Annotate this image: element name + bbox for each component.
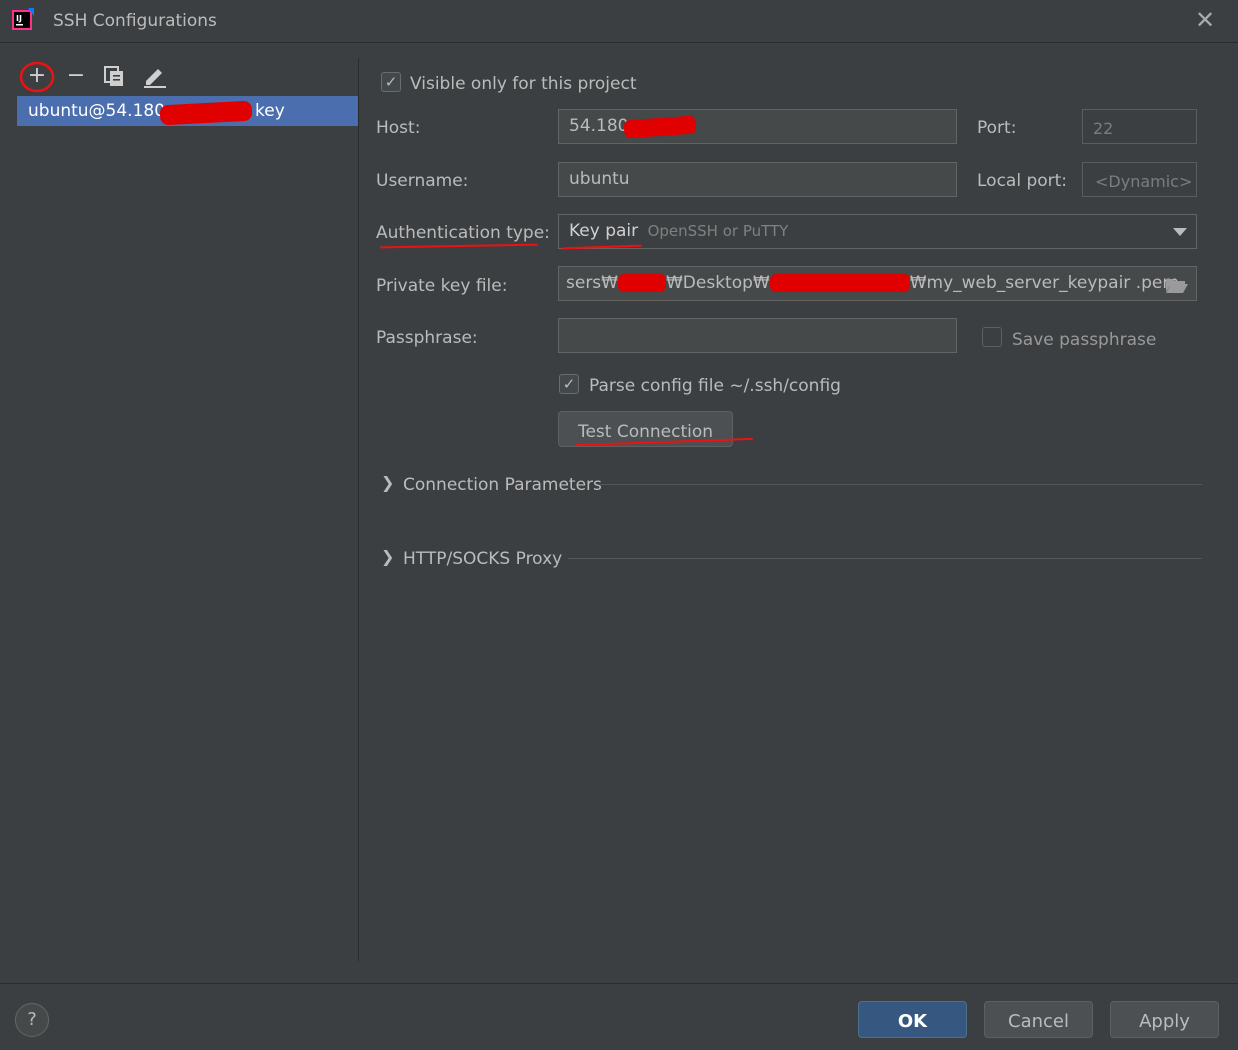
window-title: SSH Configurations xyxy=(53,11,217,31)
close-icon[interactable]: ✕ xyxy=(1193,6,1217,34)
parse-config-checkbox[interactable]: ✓ xyxy=(559,374,579,394)
chevron-right-icon[interactable]: ❯ xyxy=(381,473,394,492)
host-field[interactable]: 54.180. xyxy=(558,109,957,144)
footer-divider xyxy=(0,983,1238,984)
edit-pencil-icon[interactable] xyxy=(142,65,168,89)
help-button[interactable]: ? xyxy=(15,1003,49,1037)
svg-text:IJ: IJ xyxy=(16,14,22,23)
private-key-prefix: sers₩ xyxy=(566,273,618,293)
red-underline-annotation xyxy=(379,243,539,249)
username-label: Username: xyxy=(376,171,469,191)
host-label: Host: xyxy=(376,118,421,138)
username-field[interactable]: ubuntu xyxy=(558,162,957,197)
connection-parameters-section[interactable]: Connection Parameters xyxy=(403,475,602,495)
list-item-host: ubuntu@54.180. xyxy=(28,101,171,121)
chevron-down-icon[interactable] xyxy=(1173,228,1187,236)
auth-type-label: Authentication type: xyxy=(376,223,550,243)
visible-only-checkbox[interactable]: ✓ xyxy=(381,72,401,92)
section-divider xyxy=(568,558,1202,559)
list-item-suffix: key xyxy=(255,101,285,121)
red-circle-annotation xyxy=(19,61,55,93)
copy-icon[interactable] xyxy=(104,66,126,88)
auth-type-dropdown[interactable]: Key pair OpenSSH or PuTTY xyxy=(558,214,1197,249)
local-port-field[interactable]: <Dynamic> xyxy=(1082,162,1197,197)
proxy-section[interactable]: HTTP/SOCKS Proxy xyxy=(403,549,562,569)
ok-button[interactable]: OK xyxy=(858,1001,967,1038)
local-port-label: Local port: xyxy=(977,171,1068,191)
redaction-mark xyxy=(617,274,666,292)
remove-icon[interactable]: − xyxy=(62,62,90,90)
parse-config-label: Parse config file ~/.ssh/config xyxy=(589,376,841,396)
redaction-mark xyxy=(769,274,910,292)
apply-button[interactable]: Apply xyxy=(1110,1001,1219,1038)
intellij-app-icon: IJ xyxy=(12,8,34,30)
section-divider xyxy=(600,484,1202,485)
private-key-suffix: ₩my_web_server_keypair .pem xyxy=(909,273,1179,293)
passphrase-field[interactable] xyxy=(558,318,957,353)
save-passphrase-label: Save passphrase xyxy=(1012,330,1157,350)
save-passphrase-checkbox[interactable] xyxy=(982,327,1002,347)
port-label: Port: xyxy=(977,118,1017,138)
passphrase-label: Passphrase: xyxy=(376,328,478,348)
cancel-button[interactable]: Cancel xyxy=(984,1001,1093,1038)
auth-type-value: Key pair xyxy=(569,221,639,241)
panel-divider xyxy=(358,58,359,961)
private-key-label: Private key file: xyxy=(376,276,508,296)
chevron-right-icon[interactable]: ❯ xyxy=(381,547,394,566)
private-key-field[interactable]: sers₩ ₩Desktop₩ ₩my_web_server_keypair .pe… xyxy=(558,266,1197,301)
auth-type-hint: OpenSSH or PuTTY xyxy=(647,222,789,240)
folder-open-icon[interactable] xyxy=(1165,276,1189,294)
private-key-mid: ₩Desktop₩ xyxy=(665,273,770,293)
port-field[interactable]: 22 xyxy=(1082,109,1197,144)
visible-only-label: Visible only for this project xyxy=(410,74,637,94)
